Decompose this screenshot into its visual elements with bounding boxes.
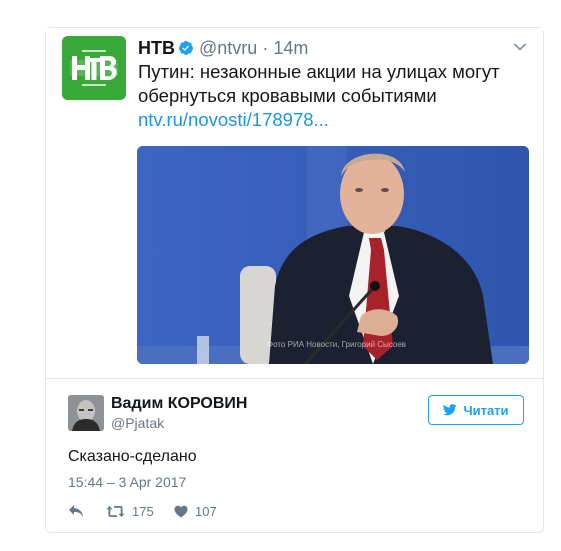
reply-author-handle[interactable]: @Pjatak bbox=[111, 415, 164, 431]
retweet-icon bbox=[106, 505, 125, 517]
like-count: 107 bbox=[195, 503, 217, 519]
follow-button[interactable]: Читати bbox=[428, 395, 524, 425]
tweet-card: НТВ @ntvru · 14m Путин: незаконные акции… bbox=[45, 27, 544, 533]
reply-action[interactable] bbox=[68, 504, 106, 518]
quoted-tweet[interactable]: НТВ @ntvru · 14m Путин: незаконные акции… bbox=[46, 28, 543, 378]
avatar-image bbox=[68, 395, 104, 431]
like-icon bbox=[174, 505, 188, 517]
quoted-header: НТВ @ntvru · 14m bbox=[138, 37, 308, 59]
verified-icon bbox=[178, 41, 193, 55]
photo-caption: Фото РИА Новости, Григорий Сысоев bbox=[267, 340, 407, 349]
quoted-author-handle[interactable]: @ntvru bbox=[199, 38, 257, 58]
quoted-tweet-text: Путин: незаконные акции на улицах могут … bbox=[138, 60, 538, 132]
retweet-action[interactable]: 175 bbox=[106, 504, 174, 519]
twitter-bird-icon bbox=[443, 404, 458, 416]
quoted-timestamp[interactable]: 14m bbox=[273, 38, 308, 58]
reply-tweet-text: Сказано-сделано bbox=[68, 448, 197, 465]
follow-button-label: Читати bbox=[463, 402, 509, 418]
chevron-down-icon[interactable] bbox=[513, 40, 527, 54]
separator-dot: · bbox=[262, 38, 269, 58]
tweet-actions: 175 107 bbox=[68, 502, 217, 520]
ntv-logo-icon bbox=[62, 36, 126, 100]
card-divider bbox=[46, 378, 543, 379]
quoted-text-body: Путин: незаконные акции на улицах могут … bbox=[138, 61, 500, 106]
retweet-count: 175 bbox=[132, 503, 154, 519]
photo-illustration bbox=[137, 146, 529, 364]
reply-icon bbox=[69, 505, 83, 517]
quoted-link[interactable]: ntv.ru/novosti/178978... bbox=[138, 109, 329, 130]
quoted-author-name[interactable]: НТВ bbox=[138, 38, 175, 58]
ntv-logo[interactable] bbox=[62, 36, 126, 100]
like-action[interactable]: 107 bbox=[174, 504, 217, 519]
tweet-photo[interactable]: Фото РИА Новости, Григорий Сысоев bbox=[137, 146, 529, 364]
reply-author-name[interactable]: Вадим КОРОВИН bbox=[111, 395, 247, 413]
reply-timestamp[interactable]: 15:44 – 3 Apr 2017 bbox=[68, 474, 186, 490]
avatar[interactable] bbox=[68, 395, 104, 431]
